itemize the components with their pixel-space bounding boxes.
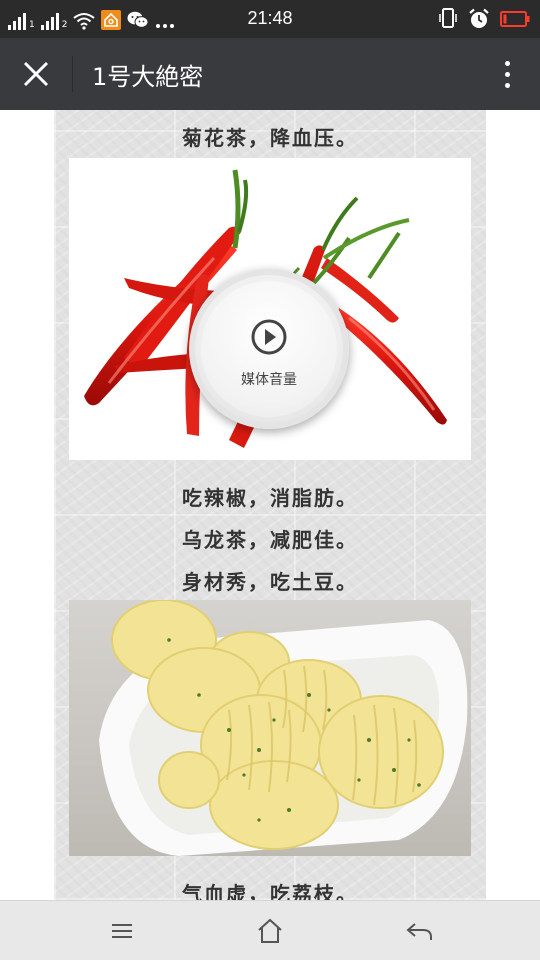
close-button[interactable]	[16, 54, 56, 94]
potato-dish-image[interactable]	[69, 600, 471, 856]
media-volume-panel: 媒体音量	[201, 281, 337, 417]
potato-dish-illustration	[99, 600, 468, 856]
article-line: 身材秀，吃土豆。	[182, 570, 358, 594]
status-bar: 1 2 21:48	[0, 0, 540, 38]
battery-low-icon	[500, 11, 530, 27]
system-navigation-bar	[0, 900, 540, 960]
article-line: 菊花茶，降血压。	[182, 126, 358, 150]
media-volume-label: 媒体音量	[241, 372, 297, 388]
home-icon	[258, 918, 282, 943]
back-icon	[406, 923, 432, 940]
page-title: 1号大絶密	[92, 63, 204, 91]
back-button[interactable]	[402, 915, 436, 947]
menu-icon	[112, 924, 132, 938]
close-icon	[23, 61, 49, 87]
play-circle-icon	[251, 319, 287, 355]
article-line: 气血虚，吃荔枝。	[182, 882, 358, 900]
header-divider	[72, 56, 73, 92]
more-vertical-icon	[504, 60, 510, 66]
app-header: 1号大絶密	[0, 38, 540, 110]
article-line: 吃辣椒，消脂肪。	[182, 486, 358, 510]
article-content[interactable]: 菊花茶，降血压。 媒体音量 吃辣椒，消脂肪。 乌龙茶，减肥佳。 身材秀，吃土豆。…	[0, 110, 540, 900]
more-options-button[interactable]	[492, 54, 522, 94]
media-volume-overlay[interactable]: 媒体音量	[189, 269, 349, 429]
alarm-icon	[469, 8, 489, 28]
home-button[interactable]	[253, 915, 287, 947]
phone-vibrate-icon	[439, 8, 457, 28]
status-icons-right	[438, 7, 530, 31]
article-line: 乌龙茶，减肥佳。	[182, 528, 358, 552]
menu-button[interactable]	[105, 915, 139, 947]
